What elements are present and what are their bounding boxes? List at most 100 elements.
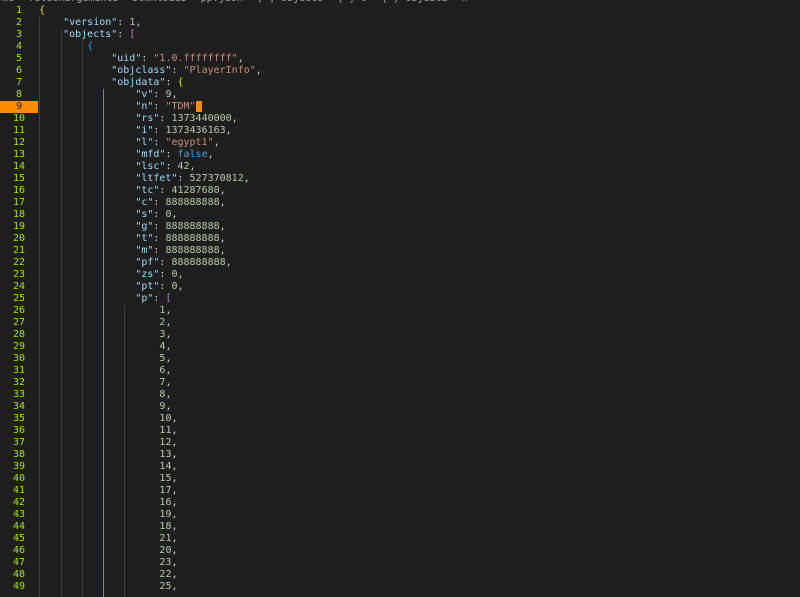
code-line[interactable]: 46 20, — [0, 545, 800, 557]
code-line[interactable]: 23 "zs": 0, — [0, 269, 800, 281]
code-line[interactable]: 32 7, — [0, 377, 800, 389]
code-token: , — [171, 461, 178, 472]
code-text: "rs": 1373440000, — [39, 113, 238, 125]
line-number: 14 — [12, 161, 26, 172]
code-line[interactable]: 29 4, — [0, 341, 800, 353]
breadcrumb-item[interactable]: Downloads — [132, 0, 186, 4]
code-line[interactable]: 36 11, — [0, 425, 800, 437]
code-line[interactable]: 24 "pt": 0, — [0, 281, 800, 293]
code-token: : — [165, 77, 178, 88]
code-editor[interactable]: 1{2 "version": 1, 3 "objects": [4 {5 "uid… — [0, 5, 800, 597]
code-token: 15 — [159, 473, 172, 484]
code-line[interactable]: 39 14, — [0, 461, 800, 473]
code-line[interactable]: 3 "objects": [ — [0, 29, 800, 41]
line-number: 32 — [12, 377, 26, 388]
code-line[interactable]: 30 5, — [0, 353, 800, 365]
code-line[interactable]: 25 "p": [ — [0, 293, 800, 305]
code-line[interactable]: 40 15, — [0, 473, 800, 485]
code-line[interactable]: 49 25, — [0, 581, 800, 593]
code-line[interactable]: 17 "c": 888888888, — [0, 197, 800, 209]
code-token: : — [159, 185, 172, 196]
code-line[interactable]: 21 "m": 888888888, — [0, 245, 800, 257]
code-text: 25, — [39, 581, 177, 593]
code-line[interactable]: 16 "tc": 41287680, — [0, 185, 800, 197]
code-line[interactable]: 45 21, — [0, 533, 800, 545]
code-line[interactable]: 31 6, — [0, 365, 800, 377]
code-line[interactable]: 43 19, — [0, 509, 800, 521]
line-number: 24 — [12, 281, 26, 292]
code-line[interactable]: 41 17, — [0, 485, 800, 497]
code-token: "m" — [135, 245, 154, 256]
code-line[interactable]: 13 "mfd": false, — [0, 149, 800, 161]
code-line[interactable]: 4 { — [0, 41, 800, 53]
code-line[interactable]: 19 "g": 888888888, — [0, 221, 800, 233]
code-token: : — [153, 101, 166, 112]
code-line[interactable]: 7 "objdata": { — [0, 77, 800, 89]
code-token: { — [87, 41, 94, 52]
code-token: , — [237, 53, 244, 64]
code-token: 18 — [159, 521, 172, 532]
code-line[interactable]: 15 "ltfet": 527370812, — [0, 173, 800, 185]
code-line[interactable]: 44 18, — [0, 521, 800, 533]
breadcrumb-item[interactable]: n — [462, 0, 468, 4]
code-line[interactable]: 35 10, — [0, 413, 800, 425]
code-line[interactable]: 22 "pf": 888888888, — [0, 257, 800, 269]
code-token: , — [231, 113, 238, 124]
code-line[interactable]: 6 "objclass": "PlayerInfo", — [0, 65, 800, 77]
code-line[interactable]: 27 2, — [0, 317, 800, 329]
code-token: : — [177, 173, 190, 184]
code-line[interactable]: 28 3, — [0, 329, 800, 341]
code-text: "g": 888888888, — [39, 221, 225, 233]
code-line[interactable]: 9 "n": "TDM" — [0, 101, 800, 113]
code-line[interactable]: 42 16, — [0, 497, 800, 509]
code-line[interactable]: 26 1, — [0, 305, 800, 317]
code-token: : — [153, 221, 166, 232]
breadcrumb-item[interactable]: Téléchargements — [28, 0, 118, 4]
line-number: 15 — [12, 173, 26, 184]
breadcrumb-item[interactable]: { } objdata — [381, 0, 447, 4]
code-line[interactable]: 5 "uid": "1.0.ffffffff", — [0, 53, 800, 65]
code-token: "rs" — [135, 113, 160, 124]
code-text: "objects": [ — [39, 29, 135, 41]
code-line[interactable]: 11 "i": 1373436163, — [0, 125, 800, 137]
code-token: , — [165, 329, 172, 340]
code-line[interactable]: 8 "v": 9, — [0, 89, 800, 101]
code-line[interactable]: 18 "s": 0, — [0, 209, 800, 221]
line-number: 10 — [12, 113, 26, 124]
code-line[interactable]: 48 22, — [0, 569, 800, 581]
breadcrumb-item[interactable]: pp.json — [201, 0, 243, 4]
code-line[interactable]: 47 23, — [0, 557, 800, 569]
code-line[interactable]: 10 "rs": 1373440000, — [0, 113, 800, 125]
code-token: , — [171, 557, 178, 568]
code-line[interactable]: 14 "lsc": 42, — [0, 161, 800, 173]
breadcrumb-item[interactable]: me — [2, 0, 14, 4]
code-token: "ltfet" — [135, 173, 178, 184]
code-line[interactable]: 37 12, — [0, 437, 800, 449]
line-number: 49 — [12, 581, 26, 592]
breadcrumb-separator-icon: › — [14, 0, 28, 4]
code-line[interactable]: 20 "t": 888888888, — [0, 233, 800, 245]
line-number: 34 — [12, 401, 26, 412]
code-line[interactable]: 38 13, — [0, 449, 800, 461]
line-number: 17 — [12, 197, 26, 208]
code-line[interactable]: 1{ — [0, 5, 800, 17]
code-token: : — [153, 233, 166, 244]
code-line[interactable]: 12 "l": "egypt1", — [0, 137, 800, 149]
breadcrumb-item[interactable]: { } 0 — [337, 0, 367, 4]
code-token: 16 — [159, 497, 172, 508]
code-token: , — [171, 545, 178, 556]
code-text: "n": "TDM" — [39, 101, 202, 113]
breadcrumb-separator-icon: › — [118, 0, 132, 4]
code-token: 19 — [159, 509, 172, 520]
code-line[interactable]: 33 8, — [0, 389, 800, 401]
breadcrumb-item[interactable]: [ ] objects — [257, 0, 323, 4]
code-token: , — [171, 413, 178, 424]
code-line[interactable]: 2 "version": 1, — [0, 17, 800, 29]
code-token: , — [165, 401, 172, 412]
code-line[interactable]: 34 9, — [0, 401, 800, 413]
